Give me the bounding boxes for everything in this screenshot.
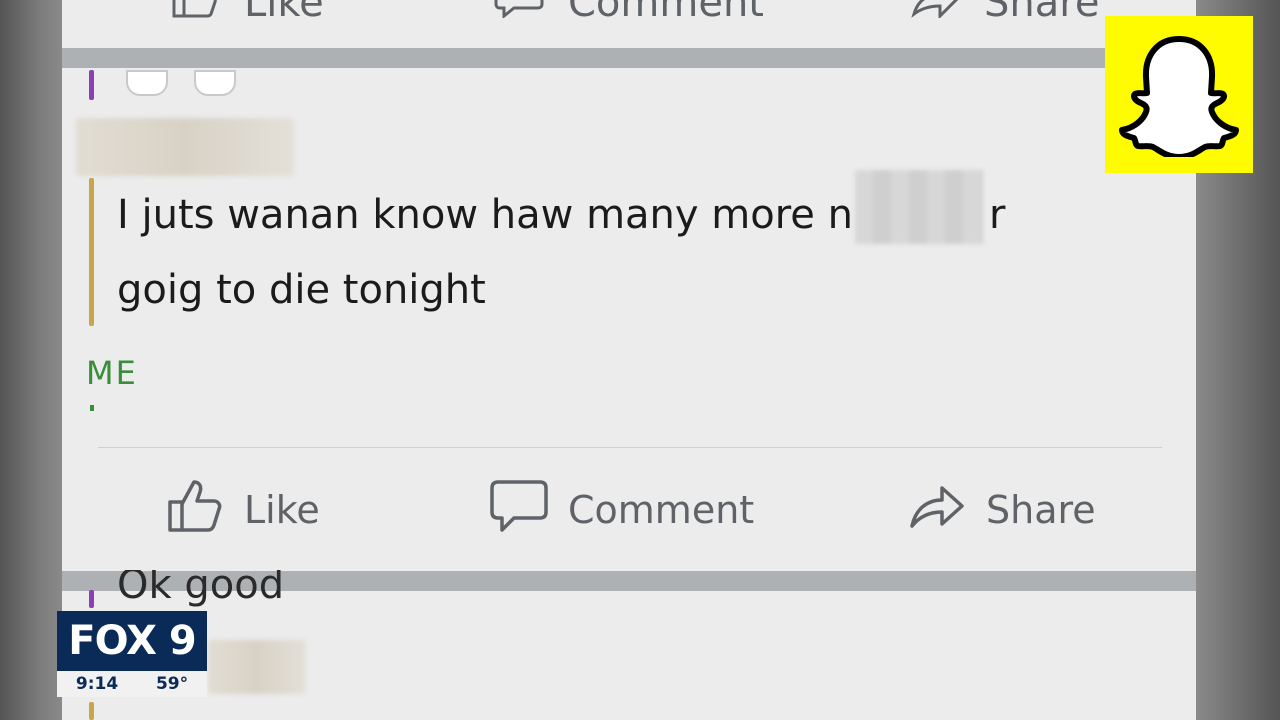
top-comment-label: Comment <box>568 0 764 26</box>
top-share-label: Share <box>984 0 1100 26</box>
quote-bar-gold <box>89 178 94 326</box>
separator-line <box>98 447 1162 448</box>
comment-button[interactable]: Comment <box>490 478 755 543</box>
comment-label: Comment <box>568 488 755 532</box>
quote-bar-gold <box>89 702 94 720</box>
top-share-button[interactable]: Share <box>910 0 1099 28</box>
snapchat-logo <box>1105 16 1253 173</box>
thumbs-up-icon <box>170 0 220 28</box>
quote-bar-purple <box>89 590 94 608</box>
green-bar-stub <box>90 405 94 411</box>
message-line-1: I juts wanan know haw many more n <box>117 192 853 238</box>
message-line-1-tail: r <box>988 192 1006 238</box>
broadcast-time: 9:14 <box>75 674 119 694</box>
broadcast-temperature: 59° <box>155 674 189 694</box>
message-line-2: goig to die tonight <box>117 267 486 313</box>
comment-bubble-icon <box>490 478 548 543</box>
top-like-label: Like <box>244 0 324 26</box>
redacted-word <box>854 170 983 244</box>
comment-bubble-icon <box>494 0 544 28</box>
phone-screen: Like Comment Share I juts wanan know haw… <box>62 0 1196 720</box>
background-left <box>0 0 62 720</box>
skull-emoji-icon <box>126 70 168 96</box>
share-button[interactable]: Share <box>908 480 1096 540</box>
station-logo: FOX 9 <box>57 611 207 671</box>
station-badge: FOX 9 9:14 59° <box>57 611 207 697</box>
like-button[interactable]: Like <box>166 478 320 543</box>
partial-next-message: Ok good <box>117 562 285 608</box>
snapchat-ghost-icon <box>1119 35 1239 157</box>
thumbs-up-icon <box>166 478 224 543</box>
top-comment-button[interactable]: Comment <box>494 0 764 28</box>
emoji-row <box>126 70 236 96</box>
share-arrow-icon <box>908 478 966 543</box>
skull-emoji-icon <box>194 70 236 96</box>
quote-bar-purple <box>89 70 94 100</box>
sender-label: ME <box>86 354 138 392</box>
post-divider-top <box>62 48 1196 68</box>
blurred-sender-name <box>208 640 306 694</box>
share-label: Share <box>986 488 1096 532</box>
station-info-bar: 9:14 59° <box>57 671 207 697</box>
chat-message: I juts wanan know haw many more n r goig … <box>117 170 1157 328</box>
share-arrow-icon <box>910 0 960 28</box>
blurred-sender-name <box>76 118 294 176</box>
like-label: Like <box>244 488 320 532</box>
top-action-row: Like Comment Share <box>62 0 1196 26</box>
top-like-button[interactable]: Like <box>170 0 324 28</box>
